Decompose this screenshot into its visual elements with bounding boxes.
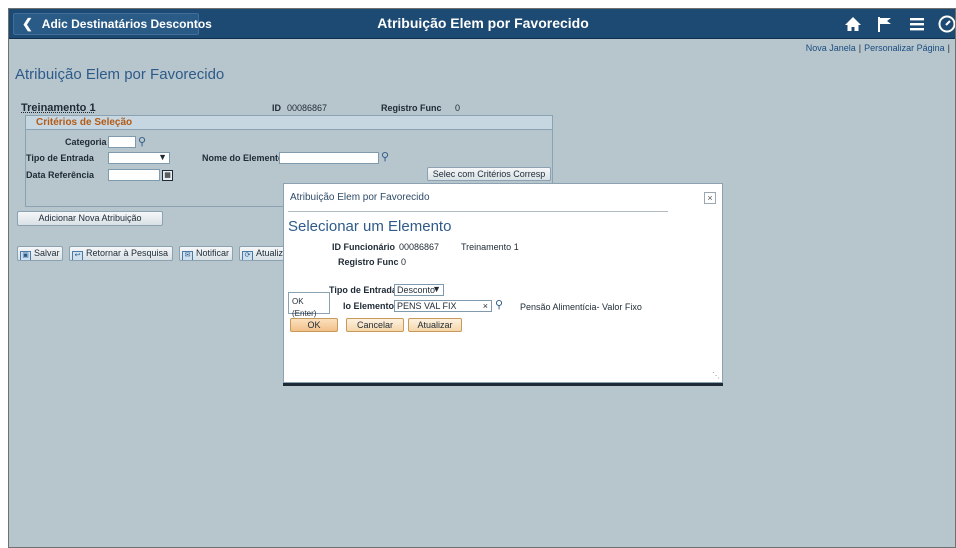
link-separator: |: [947, 43, 950, 53]
calendar-icon[interactable]: ▦: [162, 170, 173, 181]
entry-type-label: Tipo de Entrada: [26, 153, 94, 163]
id-value: 00086867: [287, 103, 328, 113]
ok-tooltip: OK (Enter): [288, 292, 330, 318]
resize-grip-icon[interactable]: ⋱: [712, 371, 720, 380]
return-search-label: Retornar à Pesquisa: [86, 248, 169, 258]
training-name: Treinamento 1: [21, 102, 96, 114]
element-name-label: lo Elemento: [343, 301, 395, 311]
personalize-page-link[interactable]: Personalizar Página: [864, 43, 945, 53]
chevron-down-icon: ▼: [158, 152, 167, 162]
top-links: Nova Janela | Personalizar Página |: [806, 43, 953, 53]
dialog-title: Atribuição Elem por Favorecido: [290, 192, 430, 203]
element-search-icon[interactable]: ⚲: [381, 151, 389, 163]
element-search-icon[interactable]: ⚲: [495, 299, 503, 311]
divider: [288, 211, 668, 212]
record-value: 0: [401, 257, 407, 267]
dialog-heading: Selecionar um Elemento: [288, 218, 452, 235]
reference-date-label: Data Referência: [26, 170, 95, 180]
category-input[interactable]: [108, 136, 136, 148]
element-name-value: PENS VAL FIX: [397, 301, 457, 311]
notify-button[interactable]: ✉ Notificar: [179, 246, 233, 261]
chevron-down-icon: ▼: [432, 284, 441, 294]
cancel-button[interactable]: Cancelar: [346, 318, 404, 332]
save-label: Salvar: [34, 248, 60, 258]
close-icon[interactable]: ×: [704, 192, 716, 204]
link-separator: |: [858, 43, 862, 53]
record-label: Registro Func: [381, 103, 442, 113]
ok-button[interactable]: OK: [290, 318, 338, 332]
entry-type-value: Desconto: [397, 285, 436, 295]
flag-icon[interactable]: [873, 12, 897, 36]
criteria-title: Critérios de Seleção: [36, 117, 133, 128]
save-icon: ▣: [20, 251, 31, 260]
reference-date-input[interactable]: [108, 169, 160, 181]
notify-icon: ✉: [182, 251, 193, 260]
navbar-icon[interactable]: [937, 12, 955, 36]
id-label: ID: [272, 103, 281, 113]
match-criteria-button[interactable]: Selec com Critérios Corresp: [427, 167, 551, 181]
home-icon[interactable]: [841, 12, 865, 36]
add-new-assignment-button[interactable]: Adicionar Nova Atribuição: [17, 211, 163, 226]
entry-type-label: Tipo de Entrada: [329, 285, 397, 295]
element-description: Pensão Alimentícia- Valor Fixo: [520, 302, 642, 312]
notify-label: Notificar: [196, 248, 230, 258]
employee-id-value: 00086867: [399, 242, 440, 252]
employee-id-label: ID Funcionário: [332, 242, 395, 252]
category-label: Categoria: [65, 137, 107, 147]
criteria-header: Critérios de Seleção: [26, 116, 552, 130]
app-window: ❮ Adic Destinatários Descontos Atribuiçã…: [8, 8, 956, 548]
clear-icon[interactable]: ×: [483, 301, 488, 311]
refresh-icon: ⟳: [242, 251, 253, 260]
save-button[interactable]: ▣ Salvar: [17, 246, 63, 261]
page-title: Atribuição Elem por Favorecido: [15, 66, 225, 83]
top-bar: ❮ Adic Destinatários Descontos Atribuiçã…: [9, 9, 955, 39]
header-title: Atribuição Elem por Favorecido: [377, 15, 589, 31]
refresh-button[interactable]: ⟳ Atualiza: [239, 246, 285, 261]
entry-type-select[interactable]: Desconto ▼: [394, 284, 444, 296]
select-element-dialog: Atribuição Elem por Favorecido × Selecio…: [283, 183, 723, 383]
refresh-button[interactable]: Atualizar: [408, 318, 462, 332]
element-name-input[interactable]: [279, 152, 379, 164]
entry-type-select[interactable]: ▼: [108, 152, 170, 164]
element-name-label: Nome do Elemento: [202, 153, 284, 163]
new-window-link[interactable]: Nova Janela: [806, 43, 856, 53]
category-search-icon[interactable]: ⚲: [138, 136, 146, 148]
return-search-icon: ↩: [72, 251, 83, 260]
element-name-input[interactable]: PENS VAL FIX ×: [394, 300, 492, 312]
menu-icon[interactable]: [905, 12, 929, 36]
record-value: 0: [455, 103, 461, 113]
return-to-search-button[interactable]: ↩ Retornar à Pesquisa: [69, 246, 173, 261]
refresh-label: Atualiza: [256, 248, 285, 258]
record-label: Registro Func: [338, 257, 399, 267]
employee-name: Treinamento 1: [461, 242, 519, 252]
